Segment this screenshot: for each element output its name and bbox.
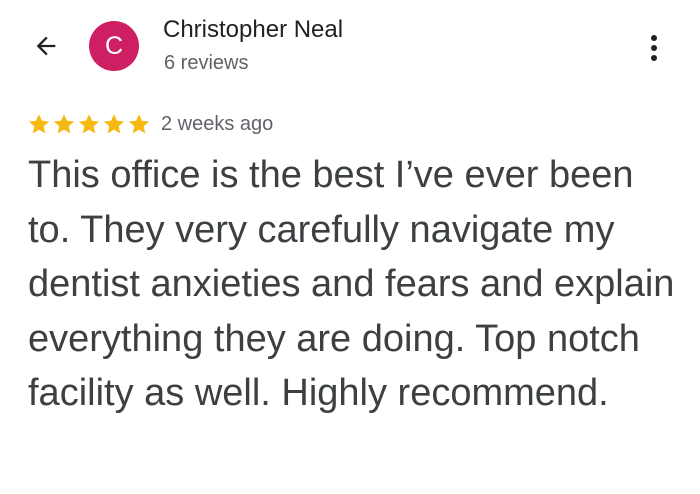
more-options-button[interactable]	[636, 28, 672, 68]
more-vertical-icon	[651, 35, 657, 61]
rating-row: 2 weeks ago	[27, 110, 273, 138]
avatar[interactable]: C	[89, 21, 139, 71]
review-text: This office is the best I’ve ever been t…	[28, 154, 675, 414]
star-icon	[28, 114, 50, 134]
star-icon	[78, 114, 100, 134]
star-rating	[27, 112, 151, 136]
avatar-letter: C	[104, 31, 124, 60]
review-count: 6 reviews	[164, 52, 249, 74]
star-icon	[128, 114, 150, 134]
author-name[interactable]: Christopher Neal	[163, 14, 343, 46]
review-header: C Christopher Neal 6 reviews	[0, 0, 700, 100]
star-icon	[53, 114, 75, 134]
arrow-left-icon	[36, 36, 56, 56]
review-date: 2 weeks ago	[161, 113, 274, 135]
back-button[interactable]	[28, 28, 64, 64]
star-icon	[103, 114, 125, 134]
